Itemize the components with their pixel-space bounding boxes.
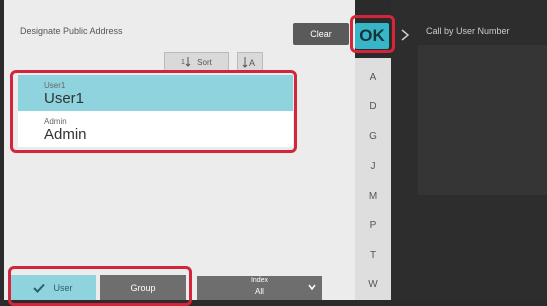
index-letter-m[interactable]: M bbox=[355, 191, 391, 202]
ok-highlight-frame bbox=[350, 15, 395, 53]
right-panel-content bbox=[418, 45, 547, 195]
index-letter-t[interactable]: T bbox=[355, 250, 391, 261]
clear-button[interactable]: Clear bbox=[293, 23, 349, 45]
sort-button[interactable]: 1 Sort bbox=[164, 52, 229, 72]
chevron-right-icon[interactable] bbox=[400, 28, 410, 42]
tabs-highlight-frame bbox=[8, 266, 192, 306]
index-letter-a[interactable]: A bbox=[355, 72, 391, 83]
az-sort-icon: A bbox=[242, 57, 255, 68]
index-letter-d[interactable]: D bbox=[355, 101, 391, 112]
index-letter-w[interactable]: W bbox=[355, 279, 391, 290]
index-letter-p[interactable]: P bbox=[355, 220, 391, 231]
page-title: Designate Public Address bbox=[20, 26, 123, 36]
chevron-down-icon bbox=[308, 284, 316, 291]
svg-text:1: 1 bbox=[181, 59, 185, 66]
index-letter-g[interactable]: G bbox=[355, 131, 391, 142]
index-select-label: Index bbox=[250, 277, 269, 284]
az-sort-button[interactable]: A bbox=[237, 52, 263, 72]
index-letter-j[interactable]: J bbox=[355, 161, 391, 172]
index-select-value: All bbox=[255, 287, 264, 296]
right-panel-title: Call by User Number bbox=[426, 26, 510, 36]
index-strip: A D G J M P T W bbox=[355, 58, 391, 300]
sort-icon: 1 bbox=[181, 57, 191, 67]
sort-label: Sort bbox=[197, 57, 212, 67]
index-select[interactable]: Index All bbox=[197, 276, 322, 300]
svg-text:A: A bbox=[249, 58, 255, 68]
list-highlight-frame bbox=[10, 70, 297, 153]
